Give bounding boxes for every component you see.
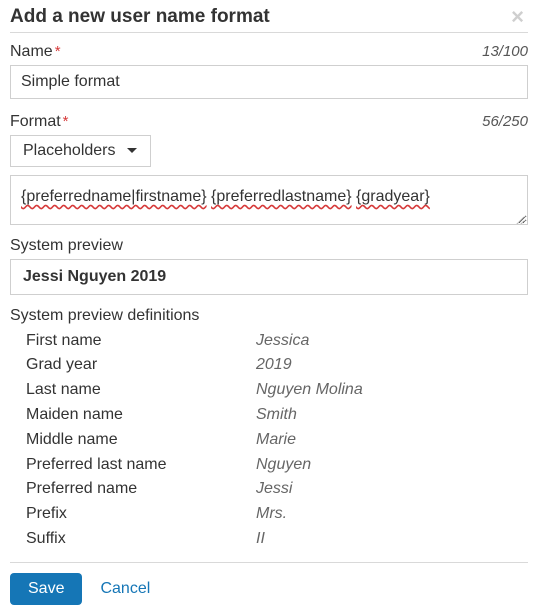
format-label: Format: [10, 113, 61, 130]
system-preview-definitions-label: System preview definitions: [10, 307, 528, 325]
definition-value: Nguyen: [256, 453, 311, 478]
modal-add-username-format: Add a new user name format × Name* 13/10…: [0, 0, 538, 615]
resize-handle-icon[interactable]: [513, 210, 525, 222]
placeholders-button-label: Placeholders: [23, 142, 116, 160]
modal-header: Add a new user name format ×: [10, 6, 528, 33]
definition-label: Maiden name: [26, 403, 256, 428]
name-label-row: Name* 13/100: [10, 43, 528, 61]
modal-title: Add a new user name format: [10, 6, 270, 28]
name-label: Name: [10, 43, 53, 60]
format-token: {preferredlastname}: [211, 188, 352, 205]
definition-value: 2019: [256, 353, 292, 378]
format-required-indicator: *: [63, 113, 69, 130]
definition-row: First nameJessica: [26, 329, 528, 354]
format-textarea[interactable]: {preferredname|firstname} {preferredlast…: [10, 175, 528, 225]
definition-label: Middle name: [26, 428, 256, 453]
definition-label: Suffix: [26, 527, 256, 552]
system-preview-value: Jessi Nguyen 2019: [10, 259, 528, 295]
definition-row: PrefixMrs.: [26, 502, 528, 527]
cancel-button[interactable]: Cancel: [100, 580, 150, 598]
name-char-counter: 13/100: [482, 43, 528, 60]
definition-value: Jessica: [256, 329, 309, 354]
definition-value: II: [256, 527, 265, 552]
save-button[interactable]: Save: [10, 573, 82, 605]
definition-label: Preferred name: [26, 477, 256, 502]
definitions-list: First nameJessicaGrad year2019Last nameN…: [10, 329, 528, 552]
definition-value: Mrs.: [256, 502, 287, 527]
definition-value: Jessi: [256, 477, 292, 502]
definition-row: Middle nameMarie: [26, 428, 528, 453]
placeholders-dropdown-button[interactable]: Placeholders: [10, 135, 151, 167]
format-char-counter: 56/250: [482, 113, 528, 130]
modal-footer: Save Cancel: [10, 562, 528, 605]
definition-label: Last name: [26, 378, 256, 403]
definition-row: SuffixII: [26, 527, 528, 552]
definition-row: Last nameNguyen Molina: [26, 378, 528, 403]
definition-value: Nguyen Molina: [256, 378, 363, 403]
format-token: {preferredname|firstname}: [21, 188, 207, 205]
format-label-row: Format* 56/250: [10, 113, 528, 131]
definition-label: Grad year: [26, 353, 256, 378]
definition-row: Preferred nameJessi: [26, 477, 528, 502]
definition-value: Marie: [256, 428, 296, 453]
definition-label: Prefix: [26, 502, 256, 527]
definition-value: Smith: [256, 403, 297, 428]
definition-label: Preferred last name: [26, 453, 256, 478]
definition-label: First name: [26, 329, 256, 354]
system-preview-label: System preview: [10, 237, 528, 255]
format-token: {gradyear}: [356, 188, 430, 205]
name-required-indicator: *: [55, 43, 61, 60]
definition-row: Preferred last nameNguyen: [26, 453, 528, 478]
close-icon[interactable]: ×: [507, 6, 528, 28]
definition-row: Maiden nameSmith: [26, 403, 528, 428]
definition-row: Grad year2019: [26, 353, 528, 378]
chevron-down-icon: [126, 147, 138, 155]
name-input[interactable]: [10, 65, 528, 99]
